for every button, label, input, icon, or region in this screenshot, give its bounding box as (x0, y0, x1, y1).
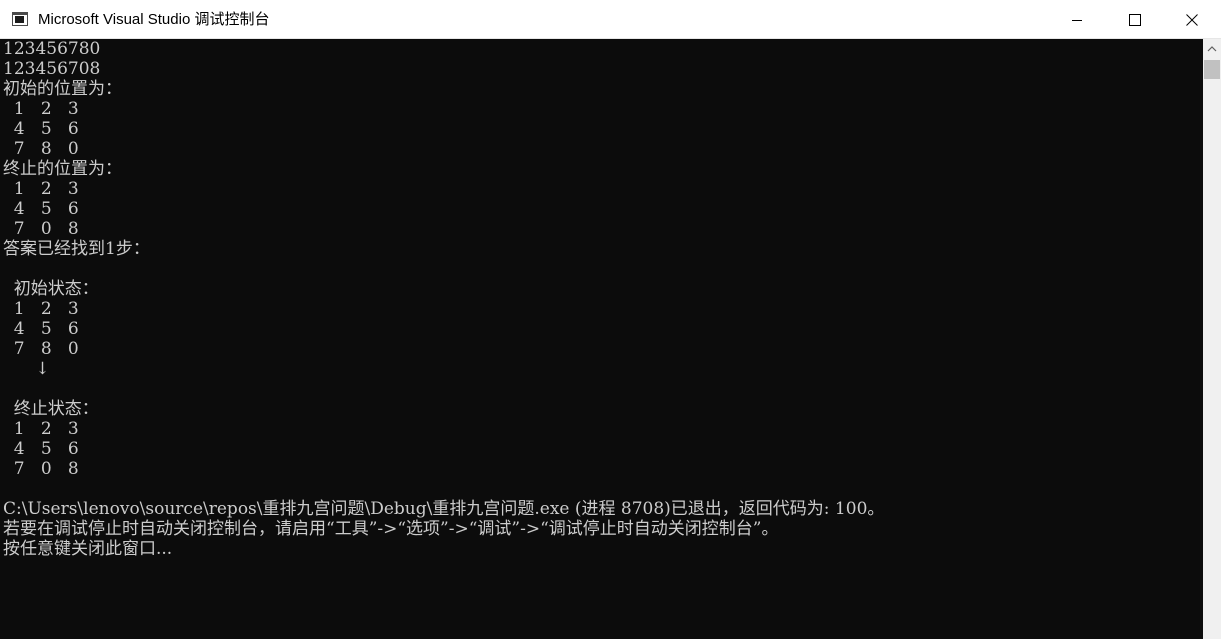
console-line: 123456708 (3, 59, 101, 79)
minimize-button[interactable] (1048, 0, 1106, 39)
console-line: ↓ (3, 359, 50, 379)
chevron-up-icon (1207, 46, 1217, 52)
console-line: 7 8 0 (3, 339, 79, 359)
close-icon (1186, 13, 1198, 26)
console-line: 1 2 3 (3, 299, 79, 319)
console-output-text: 123456780 123456708 初始的位置为： 1 2 3 4 5 6 7 … (3, 39, 884, 559)
console-line: 初始的位置为： (3, 79, 122, 99)
title-bar[interactable]: Microsoft Visual Studio 调试控制台 (0, 0, 1221, 39)
close-button[interactable] (1163, 0, 1221, 39)
console-line: 1 2 3 (3, 419, 79, 439)
console-line: 终止的位置为： (3, 159, 122, 179)
console-line: 7 0 8 (3, 459, 79, 479)
maximize-icon (1129, 13, 1141, 26)
console-line: 123456780 (3, 39, 101, 59)
window-title: Microsoft Visual Studio 调试控制台 (38, 11, 270, 28)
scroll-up-button[interactable] (1203, 39, 1221, 59)
console-line: 初始状态： (3, 279, 99, 299)
console-line: C:\Users\lenovo\source\repos\重排九宫问题\Debu… (3, 499, 885, 519)
console-line: 1 2 3 (3, 179, 79, 199)
console-app-icon[interactable] (12, 12, 28, 26)
console-line: 7 8 0 (3, 139, 79, 159)
minimize-icon (1072, 19, 1082, 21)
console-window: Microsoft Visual Studio 调试控制台 123456780 1… (0, 0, 1221, 639)
console-line: 4 5 6 (3, 439, 79, 459)
console-line: 答案已经找到1步： (3, 239, 150, 259)
maximize-button[interactable] (1106, 0, 1164, 39)
console-line: 1 2 3 (3, 99, 79, 119)
scroll-thumb[interactable] (1204, 60, 1220, 79)
console-line: 若要在调试停止时自动关闭控制台，请启用“工具”->“选项”->“调试”->“调试… (3, 519, 779, 539)
console-line: 4 5 6 (3, 199, 79, 219)
console-line: 4 5 6 (3, 119, 79, 139)
console-line: 7 0 8 (3, 219, 79, 239)
console-line: 终止状态： (3, 399, 99, 419)
console-line: 按任意键关闭此窗口... (3, 539, 173, 559)
console-output-area[interactable]: 123456780 123456708 初始的位置为： 1 2 3 4 5 6 7 … (0, 39, 1203, 639)
console-line: 4 5 6 (3, 319, 79, 339)
vertical-scrollbar[interactable] (1203, 39, 1221, 639)
